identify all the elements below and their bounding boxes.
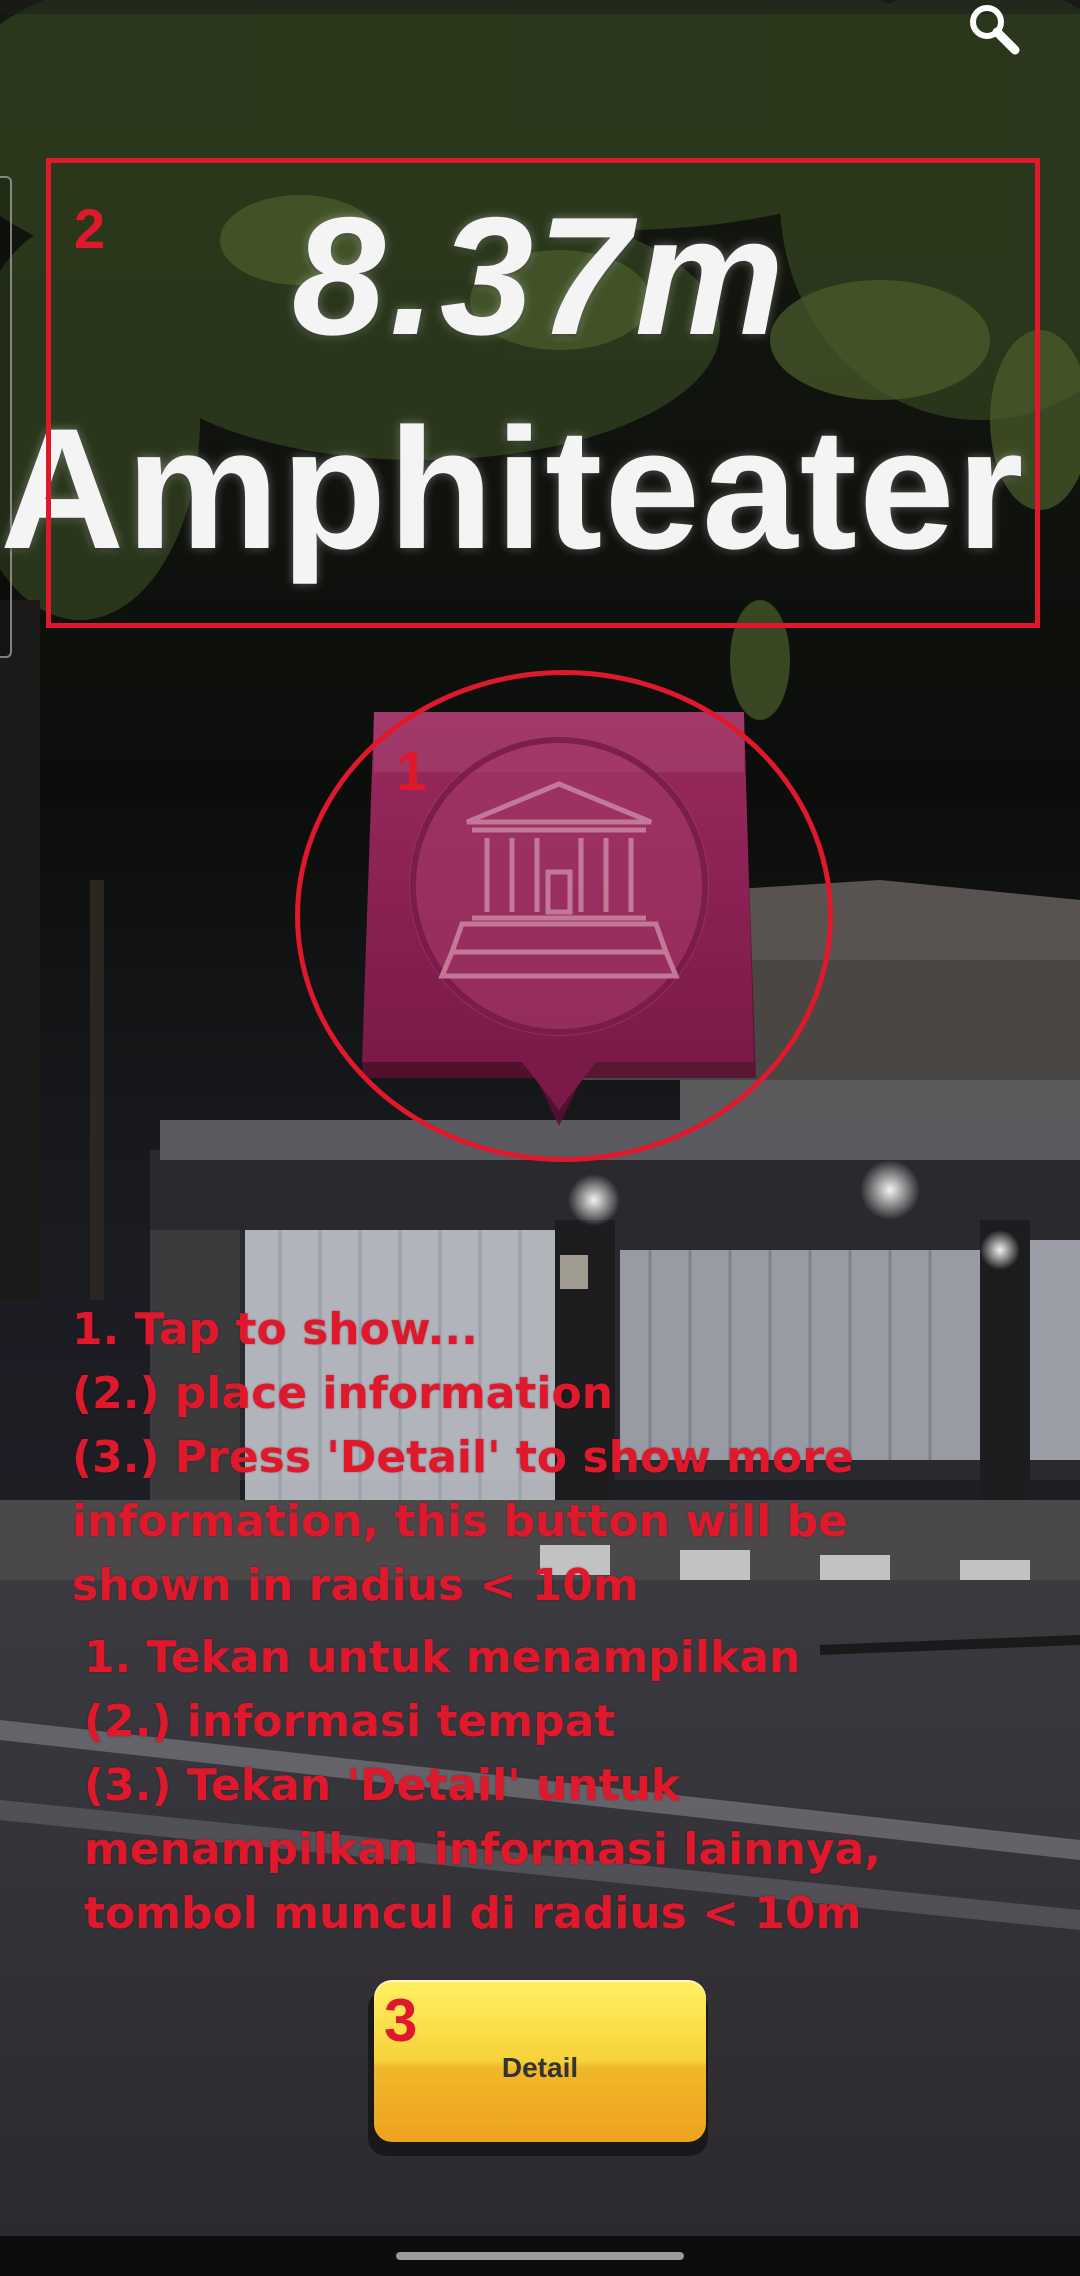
instructions-indonesian: 1. Tekan untuk menampilkan (2.) informas… xyxy=(84,1632,882,1939)
detail-button[interactable]: Detail xyxy=(374,1980,706,2142)
ar-camera-screen: 8.37m Amphiteater 2 1 1. Tap to show... … xyxy=(0,0,1080,2276)
annotation-number-3: 3 xyxy=(384,1987,418,2054)
status-bar xyxy=(0,0,1080,14)
annotation-number-2: 2 xyxy=(74,197,106,260)
detail-button-label: Detail xyxy=(501,2052,579,2083)
annotation-number-1: 1 xyxy=(396,739,428,802)
annotation-box-label xyxy=(46,158,1040,628)
search-button[interactable] xyxy=(960,0,1030,60)
annotation-circle-marker xyxy=(295,670,833,1162)
search-icon xyxy=(970,5,1020,55)
instructions-english: 1. Tap to show... (2.) place information… xyxy=(72,1304,854,1611)
home-indicator[interactable] xyxy=(396,2252,684,2260)
